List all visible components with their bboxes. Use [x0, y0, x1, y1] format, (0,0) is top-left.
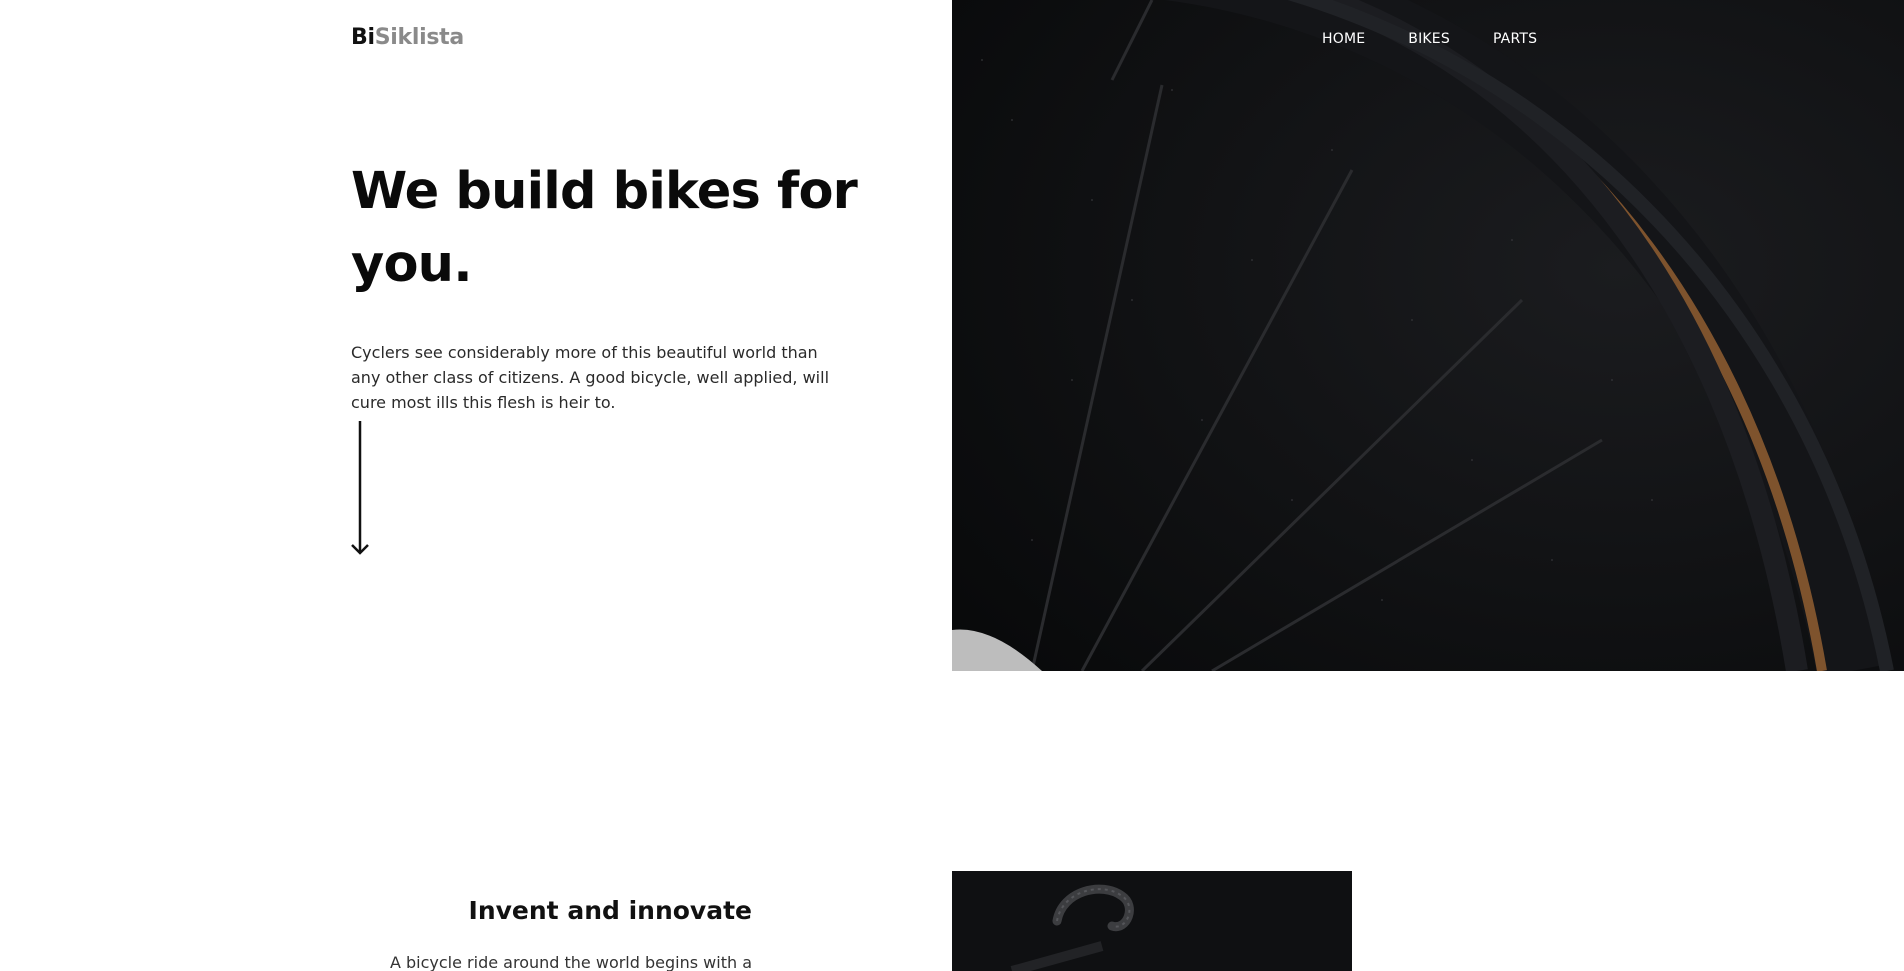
scroll-down-arrow-icon[interactable]: [351, 421, 369, 560]
hero-lead-text: Cyclers see considerably more of this be…: [351, 343, 830, 412]
nav-bikes-link[interactable]: BIKES: [1408, 31, 1450, 47]
nav-home-link[interactable]: HOME: [1322, 31, 1365, 47]
feature-image-handlebar: [952, 871, 1352, 971]
feature-text: A bicycle ride around the world begins w…: [389, 953, 752, 971]
hero-image-bike-wheel: [952, 0, 1904, 671]
brand-logo[interactable]: BiSiklista: [351, 25, 464, 50]
brand-logo-part1: Bi: [351, 25, 375, 50]
brand-logo-part2: Siklista: [374, 25, 464, 50]
handlebar-illustration: [952, 871, 1352, 971]
nav-parts-link[interactable]: PARTS: [1493, 31, 1537, 47]
hero-headline: We build bikes for you.: [351, 162, 858, 294]
feature-title: Invent and innovate: [468, 896, 752, 925]
main-nav: HOME BIKES PARTS: [1322, 31, 1537, 47]
bike-wheel-illustration: [952, 0, 1904, 671]
